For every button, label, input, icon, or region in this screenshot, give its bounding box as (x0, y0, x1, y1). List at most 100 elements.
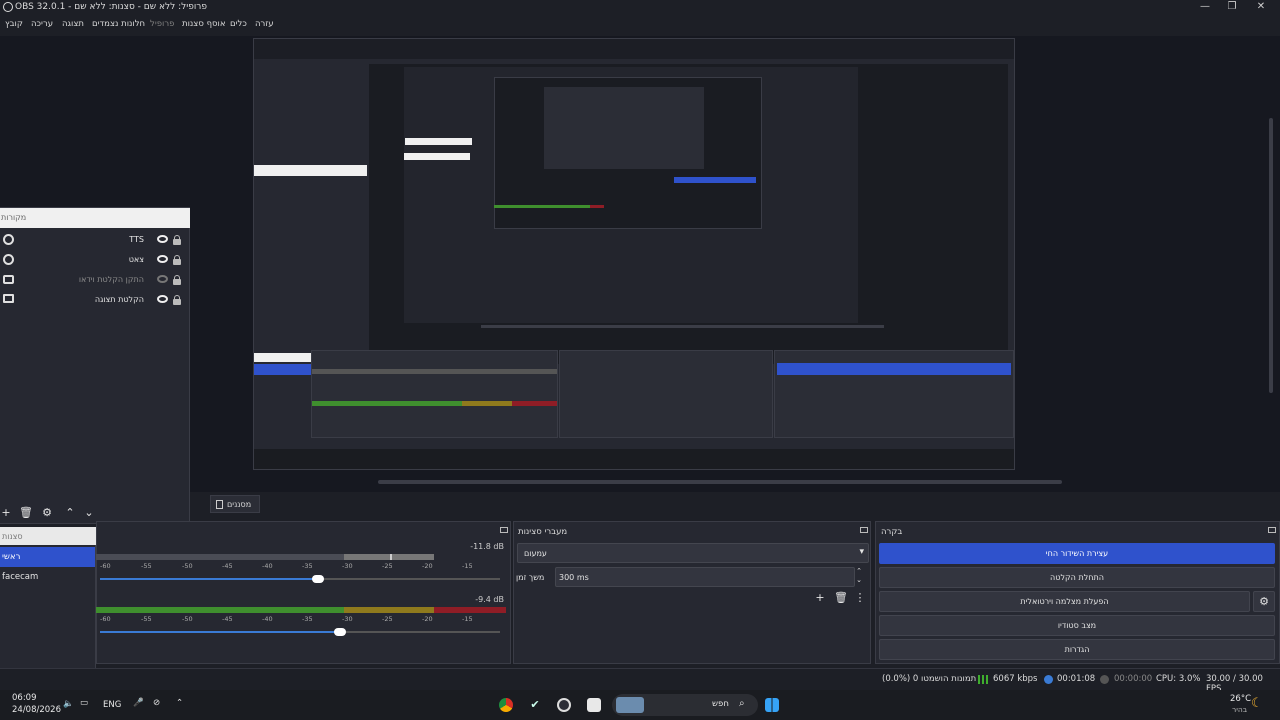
lock-icon[interactable] (173, 235, 181, 245)
chevron-down-icon[interactable]: ⌄ (83, 507, 95, 519)
menu-docks[interactable]: חלונות נצמדים (92, 19, 145, 29)
menu-file[interactable]: קובץ (5, 19, 23, 29)
transition-value: עמעום (524, 549, 547, 558)
lock-icon[interactable] (173, 255, 181, 265)
source-item-tts[interactable]: TTS (0, 230, 190, 250)
volume-slider-fill (100, 631, 340, 633)
nested-deep-blue (674, 177, 756, 183)
source-label: התקן הקלטת וידאו (78, 275, 144, 284)
steam-icon[interactable]: ✔ (528, 698, 542, 712)
meter-ticks: -60 -55 -50 -45 -40 -35 -30 -25 -20 -15 (100, 615, 473, 623)
eye-icon[interactable] (157, 295, 168, 303)
eye-icon[interactable] (157, 235, 168, 243)
clock-time: 06:09 (12, 693, 37, 703)
search-label: חפש (712, 699, 729, 709)
spin-up-icon[interactable]: ⌃ (856, 567, 862, 575)
windows-start-icon[interactable] (765, 698, 779, 712)
source-item-display-capture[interactable]: הקלטת תצוגה (0, 290, 190, 310)
globe-icon (3, 254, 14, 265)
nested-controls (774, 350, 1014, 438)
source-label: הקלטת תצוגה (94, 295, 144, 304)
wifi-off-icon[interactable]: ⊘ (153, 698, 160, 708)
weather-text: בהיר (1232, 705, 1248, 714)
weather-temp: 26°C (1230, 694, 1252, 704)
eye-icon[interactable] (157, 255, 168, 263)
preview-nested-capture (253, 38, 1015, 470)
duration-value: 300 ms (559, 573, 589, 582)
add-transition-icon[interactable]: + (814, 592, 826, 604)
nested-sources-header (254, 165, 367, 176)
float-dock-icon[interactable] (860, 527, 868, 533)
volume-slider-handle[interactable] (312, 575, 324, 583)
camera-icon (3, 275, 14, 284)
trash-icon[interactable]: 🗑 (19, 507, 33, 519)
chrome-icon[interactable] (499, 698, 513, 712)
duration-spinbox[interactable]: 300 ms ⌃ ⌄ (555, 567, 862, 587)
float-dock-icon[interactable] (1268, 527, 1276, 533)
record-status-icon (1100, 675, 1109, 684)
mixer-db-label: -11.8 dB (470, 542, 504, 551)
file-explorer-icon[interactable] (587, 698, 601, 712)
monitor-icon (3, 294, 14, 303)
microphone-icon[interactable]: 🎤 (133, 698, 144, 708)
chevron-down-icon: ▾ (859, 547, 864, 557)
scene-item-facecam[interactable]: facecam (0, 567, 95, 587)
menu-profile[interactable]: פרופיל (150, 19, 174, 29)
nested-deep-canvas (544, 87, 704, 169)
menu-scene-collection[interactable]: אוסף סצנות (182, 19, 226, 29)
scene-item-main[interactable]: ראשי (0, 547, 95, 567)
lock-icon[interactable] (173, 275, 181, 285)
maximize-button[interactable]: ❐ (1225, 1, 1239, 13)
filter-icon (216, 500, 223, 509)
transition-select[interactable]: עמעום ▾ (517, 543, 869, 563)
meter-peak (344, 554, 434, 560)
nested-taskbar (254, 449, 1014, 469)
remove-transition-icon[interactable]: 🗑 (834, 592, 848, 604)
preview-scrollbar-right[interactable] (1269, 118, 1273, 393)
speaker-icon[interactable]: 🔈 (63, 699, 74, 709)
chevron-up-icon[interactable]: ⌃ (176, 698, 183, 708)
nested-deep-source-head (404, 153, 470, 160)
nested-meter-yellow (462, 401, 512, 406)
eye-hidden-icon[interactable] (157, 275, 168, 283)
filters-label: מסננים (227, 500, 252, 509)
start-virtual-camera-button[interactable]: הפעלת מצלמה וירטואלית (879, 591, 1250, 612)
taskbar-search[interactable]: חפש ⌕ (612, 694, 758, 716)
nested-scrollbar (481, 325, 884, 328)
volume-slider-handle[interactable] (334, 628, 346, 636)
nested-mixer (311, 350, 558, 438)
menu-help[interactable]: עזרה (255, 19, 274, 29)
more-icon[interactable]: ⋮ (854, 592, 866, 604)
minimize-button[interactable]: — (1198, 1, 1212, 13)
menu-tools[interactable]: כלים (230, 19, 247, 29)
lock-icon[interactable] (173, 295, 181, 305)
language-indicator[interactable]: ENG (103, 700, 121, 710)
menu-edit[interactable]: עריכה (31, 19, 53, 29)
moon-icon: ☾ (1251, 696, 1263, 711)
virtual-camera-settings-button[interactable]: ⚙ (1253, 591, 1275, 612)
stop-streaming-button[interactable]: עצירת השידור החי (879, 543, 1275, 564)
float-dock-icon[interactable] (500, 527, 508, 533)
source-item-chat[interactable]: צאט (0, 250, 190, 270)
start-recording-button[interactable]: התחלת הקלטה (879, 567, 1275, 588)
preview-scrollbar-bottom[interactable] (378, 480, 1062, 484)
clock-date: 24/08/2026 (12, 705, 61, 715)
filters-tab[interactable]: מסננים (210, 495, 260, 513)
settings-button[interactable]: הגדרות (879, 639, 1275, 660)
network-icon[interactable]: ▭ (80, 698, 88, 708)
source-item-video-capture[interactable]: התקן הקלטת וידאו (0, 270, 190, 290)
close-button[interactable]: ✕ (1254, 1, 1268, 13)
nested-preview-inner (404, 67, 858, 323)
chevron-up-icon[interactable]: ⌃ (64, 507, 76, 519)
obs-icon[interactable] (557, 698, 571, 712)
window-title: OBS 32.0.1 - פרופיל: ללא שם - סצנות: ללא… (15, 2, 208, 12)
spin-down-icon[interactable]: ⌄ (856, 576, 862, 584)
menu-view[interactable]: תצוגה (62, 19, 84, 29)
studio-mode-button[interactable]: מצב סטודיו (879, 615, 1275, 636)
search-illustration-icon (616, 697, 644, 713)
sources-header: מקורות (0, 208, 190, 228)
nested-deep-meter (494, 205, 604, 208)
gear-icon[interactable]: ⚙ (41, 507, 53, 519)
add-icon[interactable]: + (0, 507, 12, 519)
cpu-usage: CPU: 3.0% (1156, 674, 1201, 684)
